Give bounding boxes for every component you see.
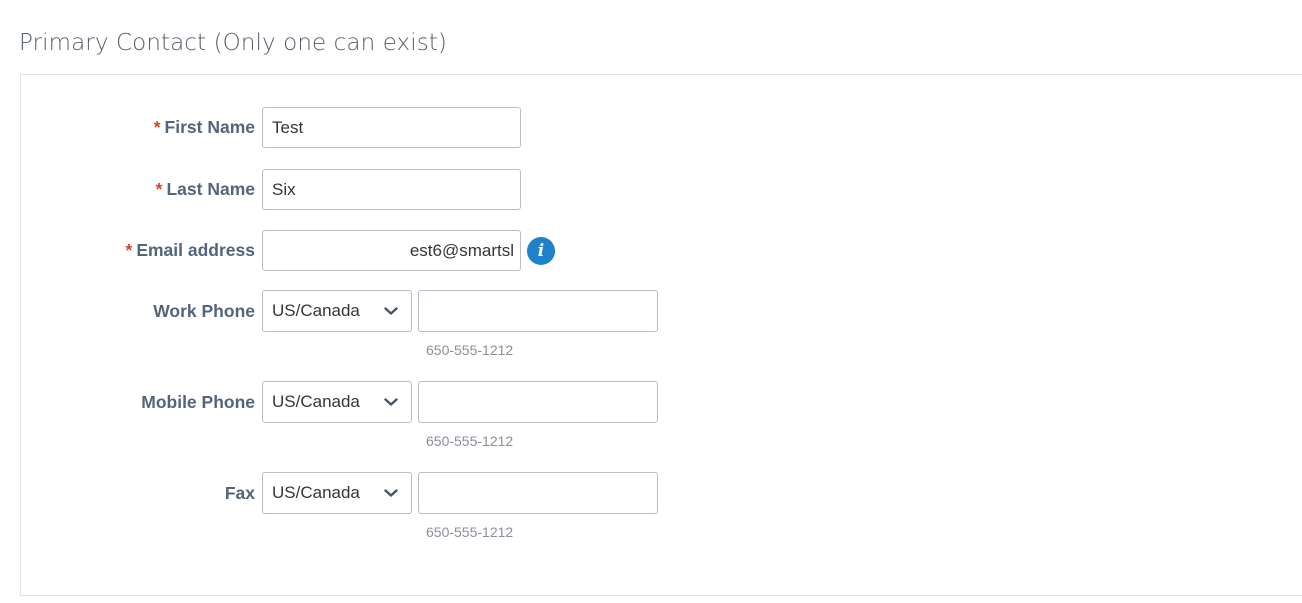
first-name-label: * First Name <box>154 106 255 148</box>
mobile-phone-label: Mobile Phone <box>141 392 255 412</box>
work-phone-input[interactable] <box>418 290 658 332</box>
work-phone-country-select[interactable]: US/Canada <box>262 290 412 332</box>
last-name-row: * Last Name Six <box>21 168 1302 210</box>
fax-row: Fax US/Canada 650-555-1212 <box>21 472 1302 540</box>
chevron-down-icon <box>384 307 398 315</box>
primary-contact-panel: * First Name Test * Last Name Six * Email a… <box>20 74 1302 596</box>
fax-label: Fax <box>224 483 255 503</box>
required-marker: * <box>153 117 161 137</box>
required-marker: * <box>155 179 163 199</box>
mobile-phone-country-value: US/Canada <box>272 392 360 411</box>
last-name-input[interactable]: Six <box>262 169 521 210</box>
required-marker: * <box>125 240 133 260</box>
first-name-row: * First Name Test <box>21 106 1302 148</box>
first-name-input[interactable]: Test <box>262 107 521 148</box>
fax-input[interactable] <box>418 472 658 514</box>
work-phone-row: Work Phone US/Canada 650-555-1212 <box>21 290 1302 358</box>
section-title: Primary Contact (Only one can exist) <box>19 30 448 56</box>
fax-country-value: US/Canada <box>272 483 360 502</box>
chevron-down-icon <box>384 489 398 497</box>
fax-country-select[interactable]: US/Canada <box>262 472 412 514</box>
mobile-phone-input[interactable] <box>418 381 658 423</box>
email-input[interactable]: est6@smartsl <box>262 230 521 271</box>
first-name-label-text: First Name <box>164 117 255 137</box>
last-name-label-text: Last Name <box>166 179 255 199</box>
work-phone-country-value: US/Canada <box>272 301 360 320</box>
work-phone-hint: 650-555-1212 <box>426 342 514 358</box>
email-row: * Email address est6@smartsl i <box>21 229 1302 271</box>
email-label: * Email address <box>126 229 255 271</box>
fax-hint: 650-555-1212 <box>426 524 514 540</box>
mobile-phone-row: Mobile Phone US/Canada 650-555-1212 <box>21 381 1302 449</box>
mobile-phone-country-select[interactable]: US/Canada <box>262 381 412 423</box>
chevron-down-icon <box>384 398 398 406</box>
work-phone-label: Work Phone <box>153 301 255 321</box>
mobile-phone-hint: 650-555-1212 <box>426 433 514 449</box>
last-name-label: * Last Name <box>156 168 255 210</box>
email-label-text: Email address <box>136 240 255 260</box>
info-icon[interactable]: i <box>527 237 555 265</box>
